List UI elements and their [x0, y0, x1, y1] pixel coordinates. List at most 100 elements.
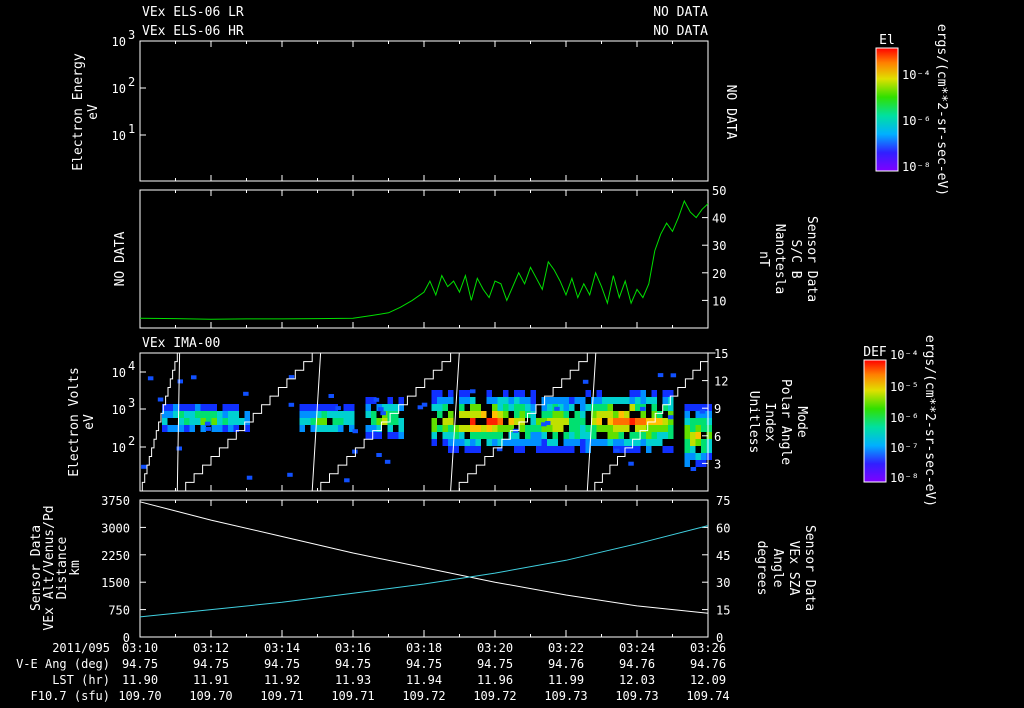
spectrogram-cell	[695, 453, 701, 460]
spectrogram-cell	[431, 432, 437, 439]
spectrogram-cell	[580, 446, 586, 453]
panel3-right-label: Unitless	[746, 391, 761, 454]
spectrogram-cell	[503, 397, 509, 404]
spectrogram-cell	[580, 404, 586, 411]
spectrogram-cell	[384, 459, 391, 464]
spectrogram-cell	[497, 397, 503, 404]
spectrogram-cell	[393, 411, 399, 418]
panel3-right-label: Polar Angle	[778, 379, 793, 465]
def-colorbar-title: DEF	[863, 345, 887, 360]
spectrogram-cell	[184, 411, 190, 418]
spectrogram-cell	[519, 390, 525, 397]
spectrogram-cell	[684, 425, 690, 432]
spectrogram-cell	[310, 425, 316, 432]
spectrogram-cell	[211, 404, 217, 411]
spectrogram-cell	[189, 404, 195, 411]
spectrogram-cell	[695, 460, 701, 467]
spectrogram-cell	[580, 418, 586, 425]
spectrogram-cell	[558, 411, 564, 418]
spectrogram-cell	[701, 425, 707, 432]
spectrogram-cell	[684, 418, 690, 425]
panel1-ytick-label: 10	[112, 35, 126, 49]
els-lr-label: VEx ELS-06 LR	[142, 5, 244, 20]
spectrogram-cell	[321, 411, 327, 418]
spectrogram-cell	[596, 390, 602, 397]
spectrogram-cell	[481, 432, 487, 439]
spectrogram-cell	[365, 397, 371, 404]
spectrogram-cell	[607, 425, 613, 432]
spectrogram-cell	[695, 439, 701, 446]
spectrogram-cell	[618, 397, 624, 404]
spectrogram-cell	[701, 453, 707, 460]
panel1-ytick-exp: 3	[128, 28, 135, 42]
spectrogram-cell	[530, 425, 536, 432]
panel1-ytick-label: 10	[112, 129, 126, 143]
spectrogram-cell	[448, 411, 454, 418]
spectrogram-cell	[327, 411, 333, 418]
sza-line	[139, 525, 709, 618]
spectrogram-cell	[387, 432, 393, 439]
spectrogram-cell	[475, 404, 481, 411]
ima-panel: VEx IMA-00 10 410 310 23691215 Electron Vol…	[67, 336, 809, 492]
footer-cell: 03:20	[477, 641, 513, 655]
spectrogram-cell	[613, 397, 619, 404]
spectrogram-cell	[514, 404, 520, 411]
spectrogram-cell	[189, 418, 195, 425]
footer-row-label: LST (hr)	[52, 673, 110, 687]
spectrogram-cell	[563, 439, 569, 446]
panel4-right-ytick-label: 45	[716, 549, 730, 563]
spectrogram-cell	[398, 418, 404, 425]
spectrogram-cell	[525, 439, 531, 446]
spectrogram-cell	[563, 432, 569, 439]
spectrogram-cell	[662, 425, 668, 432]
footer-cell: 109.70	[118, 689, 161, 703]
spectrogram-cell	[470, 439, 476, 446]
spectrogram-cell	[536, 432, 542, 439]
spectrogram-cell	[668, 446, 674, 453]
spectrogram-cell	[536, 439, 542, 446]
panel3-right-ytick-label: 15	[714, 347, 728, 361]
spectrogram-cell	[662, 397, 668, 404]
spectrogram-cell	[162, 418, 168, 425]
footer-cell: 109.72	[402, 689, 445, 703]
spectrogram-cell	[624, 418, 630, 425]
spectrogram-cell	[475, 425, 481, 432]
spectrogram-cell	[706, 453, 712, 460]
spectrogram-cell	[246, 475, 253, 480]
spectrogram-cell	[607, 418, 613, 425]
spectrogram-cell	[503, 439, 509, 446]
spectrogram-cell	[552, 418, 558, 425]
spectrogram-cell	[569, 397, 575, 404]
ima-title: VEx IMA-00	[142, 336, 220, 351]
spectrogram-cell	[205, 426, 211, 431]
el-colorbar-unit: ergs/(cm**2-sr-sec-eV)	[934, 24, 949, 196]
footer-cell: 11.92	[264, 673, 300, 687]
spectrogram-cell	[376, 453, 382, 457]
spectrogram-cell	[591, 425, 597, 432]
spectrogram-cell	[519, 439, 525, 446]
panel4-yticks: 0750150022503000375001530456075	[101, 494, 730, 645]
spectrogram-cell	[628, 461, 634, 466]
spectrogram-cell	[646, 432, 652, 439]
spectrogram-cell	[508, 404, 514, 411]
spectrogram-cell	[459, 397, 465, 404]
spectrogram-cell	[442, 439, 448, 446]
spectrogram-cell	[486, 390, 492, 397]
footer-cell: 109.73	[615, 689, 658, 703]
spectrogram-cell	[706, 446, 712, 453]
spectrogram-cell	[624, 397, 630, 404]
spectrogram-cell	[332, 418, 338, 425]
panel2-right-labels: Sensor DataS/C BNanoteslanT	[756, 216, 819, 302]
spectrogram-cell	[701, 446, 707, 453]
el-colorbar-ticks: 10⁻⁴ 10⁻⁶ 10⁻⁸	[902, 68, 931, 174]
spectrogram-cell	[640, 432, 646, 439]
spectrogram-cell	[299, 411, 305, 418]
spectrogram-cell	[492, 425, 498, 432]
spectrogram-cell	[514, 411, 520, 418]
spectrogram-cell	[393, 432, 399, 439]
spectrogram-cell	[558, 397, 564, 404]
def-colorbar-ticks: 10⁻⁴ 10⁻⁵ 10⁻⁶ 10⁻⁷ 10⁻⁸	[890, 348, 919, 485]
spectrogram-cell	[684, 439, 690, 446]
spectrogram-cell	[332, 425, 338, 432]
panel4-right-ytick-label: 30	[716, 576, 730, 590]
